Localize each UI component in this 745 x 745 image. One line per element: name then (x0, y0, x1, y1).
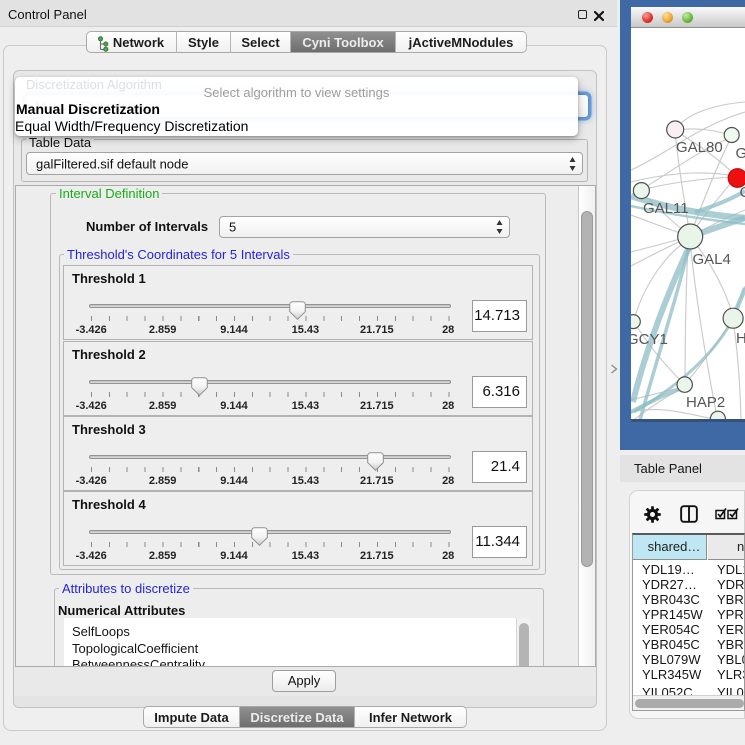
svg-text:GAL11: GAL11 (643, 200, 689, 217)
svg-text:GAL80: GAL80 (676, 139, 723, 156)
svg-text:C: C (740, 184, 745, 201)
svg-text:GCY1: GCY1 (631, 331, 668, 348)
svg-text:H: H (736, 330, 745, 347)
svg-text:HAP2: HAP2 (686, 394, 725, 411)
svg-text:GA: GA (736, 145, 745, 162)
svg-text:GAL4: GAL4 (693, 251, 731, 268)
